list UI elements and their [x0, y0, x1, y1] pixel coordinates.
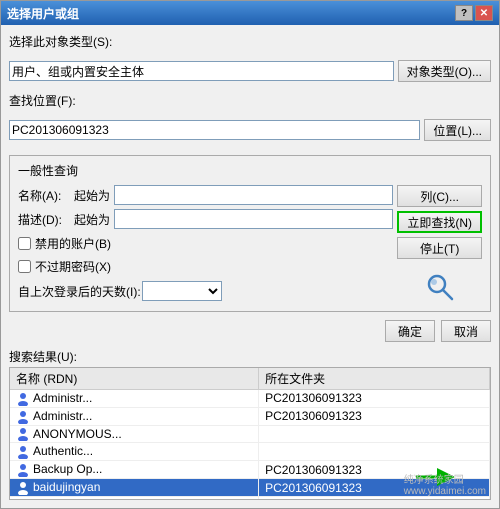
- table-cell-folder: PC201306091323: [259, 479, 490, 497]
- results-table-container[interactable]: 名称 (RDN) 所在文件夹 Administr... PC20130609132…: [9, 367, 491, 500]
- search-icon-area: [397, 271, 482, 303]
- results-section: 搜索结果(U): 名称 (RDN) 所在文件夹 Administr... PC20…: [9, 348, 491, 500]
- location-input[interactable]: [9, 120, 420, 140]
- cancel-button[interactable]: 取消: [441, 320, 491, 342]
- table-row[interactable]: Administr... PC201306091323: [10, 407, 490, 425]
- table-row[interactable]: baidujingyan PC201306091323: [10, 479, 490, 497]
- help-button[interactable]: ?: [455, 5, 473, 21]
- stop-button[interactable]: 停止(T): [397, 237, 482, 259]
- table-cell-name: BATCH: [10, 496, 259, 500]
- table-row[interactable]: Backup Op... PC201306091323: [10, 461, 490, 479]
- search-icon: [424, 271, 456, 303]
- desc-label: 描述(D):: [18, 211, 70, 228]
- close-button[interactable]: ✕: [475, 5, 493, 21]
- object-type-input[interactable]: [9, 61, 394, 81]
- table-cell-folder: [259, 425, 490, 443]
- object-type-label: 选择此对象类型(S):: [9, 33, 112, 50]
- object-type-row: 选择此对象类型(S):: [9, 33, 491, 50]
- title-bar: 选择用户或组 ? ✕: [1, 1, 499, 25]
- noexpire-checkbox-row: 不过期密码(X): [18, 258, 393, 275]
- disabled-label: 禁用的账户(B): [35, 235, 111, 252]
- lastlogin-row: 自上次登录后的天数(I):: [18, 281, 393, 301]
- ok-button[interactable]: 确定: [385, 320, 435, 342]
- desc-row: 描述(D): 起始为: [18, 209, 393, 229]
- object-type-button[interactable]: 对象类型(O)...: [398, 60, 491, 82]
- table-cell-folder: PC201306091323: [259, 407, 490, 425]
- results-table: 名称 (RDN) 所在文件夹 Administr... PC20130609132…: [10, 368, 490, 500]
- table-row[interactable]: BATCH: [10, 496, 490, 500]
- window-title: 选择用户或组: [7, 5, 79, 22]
- table-cell-folder: PC201306091323: [259, 390, 490, 408]
- general-query-group: 一般性查询 名称(A): 起始为 描述(D): 起始为: [9, 155, 491, 312]
- desc-input[interactable]: [114, 209, 393, 229]
- name-prefix: 起始为: [74, 187, 110, 204]
- row-name-text: Administr...: [33, 409, 92, 423]
- title-bar-buttons: ? ✕: [455, 5, 493, 21]
- table-cell-folder: [259, 496, 490, 500]
- table-row[interactable]: Authentic...: [10, 443, 490, 461]
- name-input[interactable]: [114, 185, 393, 205]
- row-name-text: ANONYMOUS...: [33, 427, 122, 441]
- query-buttons: 列(C)... 立即查找(N) 停止(T): [397, 185, 482, 303]
- disabled-checkbox-row: 禁用的账户(B): [18, 235, 393, 252]
- main-window: 选择用户或组 ? ✕ 选择此对象类型(S): 对象类型(O)... 查找位置(F…: [0, 0, 500, 509]
- table-row[interactable]: Administr... PC201306091323: [10, 390, 490, 408]
- user-icon: [16, 427, 30, 441]
- col-folder-header: 所在文件夹: [259, 368, 490, 390]
- table-row[interactable]: ANONYMOUS...: [10, 425, 490, 443]
- row-name-text: baidujingyan: [33, 480, 100, 494]
- name-row: 名称(A): 起始为: [18, 185, 393, 205]
- table-cell-name: Backup Op...: [10, 461, 259, 479]
- dialog-buttons: 确定 取消: [9, 320, 491, 342]
- user-icon: [16, 392, 30, 406]
- table-header-row: 名称 (RDN) 所在文件夹: [10, 368, 490, 390]
- object-type-value-row: 对象类型(O)...: [9, 60, 491, 82]
- results-label: 搜索结果(U):: [9, 348, 491, 365]
- lastlogin-label: 自上次登录后的天数(I):: [18, 283, 138, 300]
- table-cell-folder: [259, 443, 490, 461]
- lastlogin-select[interactable]: [142, 281, 222, 301]
- disabled-checkbox[interactable]: [18, 237, 31, 250]
- location-value-row: 位置(L)...: [9, 119, 491, 141]
- user-icon: [16, 499, 30, 500]
- row-name-text: Administr...: [33, 391, 92, 405]
- query-fields: 名称(A): 起始为 描述(D): 起始为 禁用的账户(B): [18, 185, 393, 303]
- dialog-content: 选择此对象类型(S): 对象类型(O)... 查找位置(F): 位置(L)...…: [1, 25, 499, 508]
- noexpire-checkbox[interactable]: [18, 260, 31, 273]
- user-icon: [16, 410, 30, 424]
- noexpire-label: 不过期密码(X): [35, 258, 111, 275]
- table-cell-name: Authentic...: [10, 443, 259, 461]
- user-icon: [16, 463, 30, 477]
- table-cell-name: baidujingyan: [10, 479, 259, 497]
- columns-button[interactable]: 列(C)...: [397, 185, 482, 207]
- row-name-text: Authentic...: [33, 444, 93, 458]
- user-icon: [16, 445, 30, 459]
- table-cell-name: Administr...: [10, 390, 259, 408]
- location-label-row: 查找位置(F):: [9, 92, 491, 109]
- user-icon: [16, 481, 30, 495]
- location-button[interactable]: 位置(L)...: [424, 119, 491, 141]
- name-label: 名称(A):: [18, 187, 70, 204]
- table-cell-folder: PC201306091323: [259, 461, 490, 479]
- general-query-title: 一般性查询: [18, 162, 482, 179]
- general-query-grid: 名称(A): 起始为 描述(D): 起始为 禁用的账户(B): [18, 185, 482, 303]
- col-name-header: 名称 (RDN): [10, 368, 259, 390]
- location-label: 查找位置(F):: [9, 92, 76, 109]
- row-name-text: Backup Op...: [33, 462, 102, 476]
- search-now-button[interactable]: 立即查找(N): [397, 211, 482, 233]
- table-cell-name: Administr...: [10, 407, 259, 425]
- desc-prefix: 起始为: [74, 211, 110, 228]
- table-cell-name: ANONYMOUS...: [10, 425, 259, 443]
- row-name-text: BATCH: [33, 498, 73, 500]
